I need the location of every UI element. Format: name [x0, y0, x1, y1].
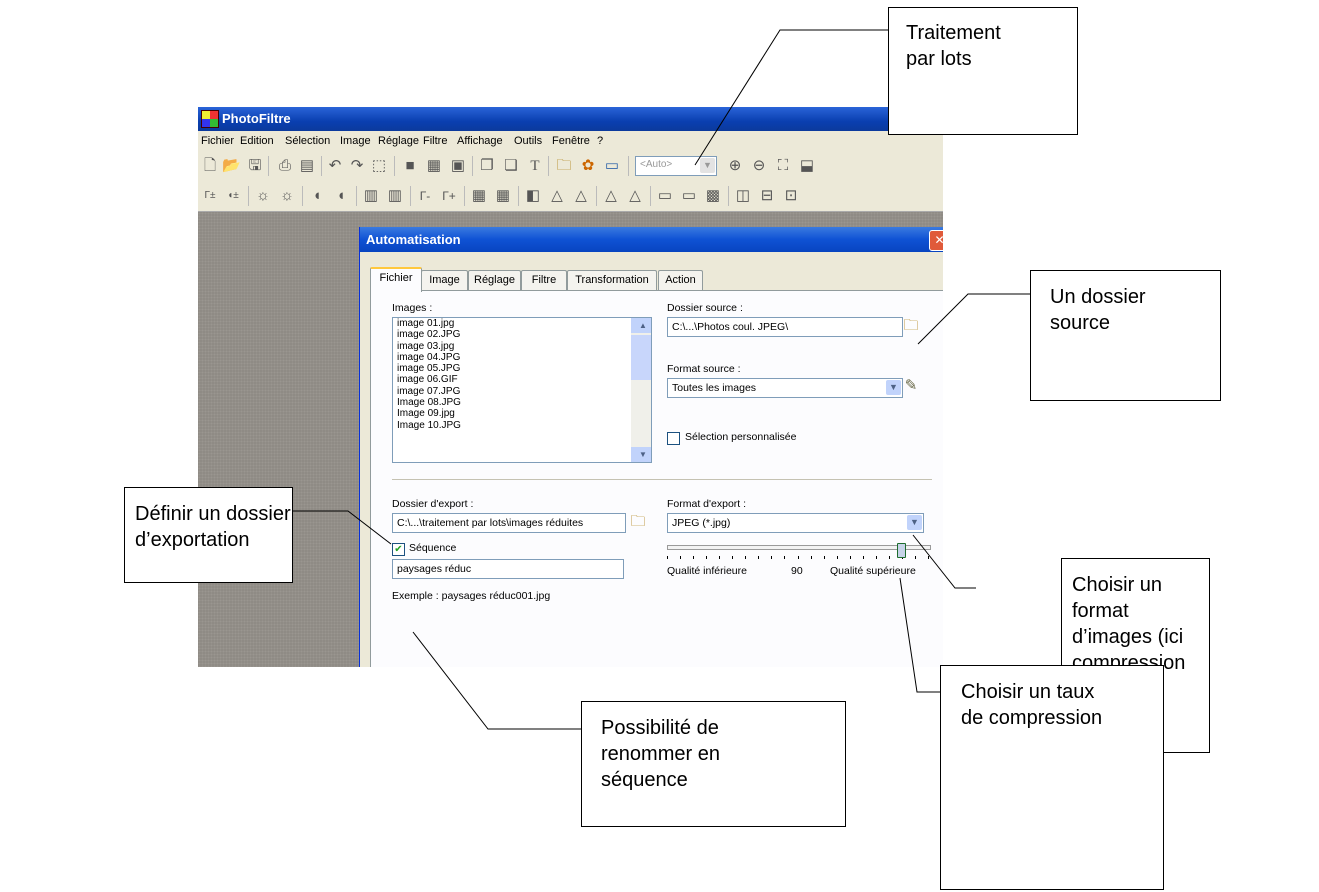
- callout-sequence-rename: Possibilité de renommer en séquence: [581, 701, 846, 827]
- callout-source-folder: Un dossier source: [1030, 270, 1221, 401]
- tab-fichier[interactable]: Fichier: [370, 267, 422, 292]
- callout-batch-processing: Traitement par lots: [888, 7, 1078, 135]
- callout-export-folder: Définir un dossier d’exportation: [124, 487, 293, 583]
- callout-compression-rate: Choisir un taux de compression: [940, 665, 1164, 890]
